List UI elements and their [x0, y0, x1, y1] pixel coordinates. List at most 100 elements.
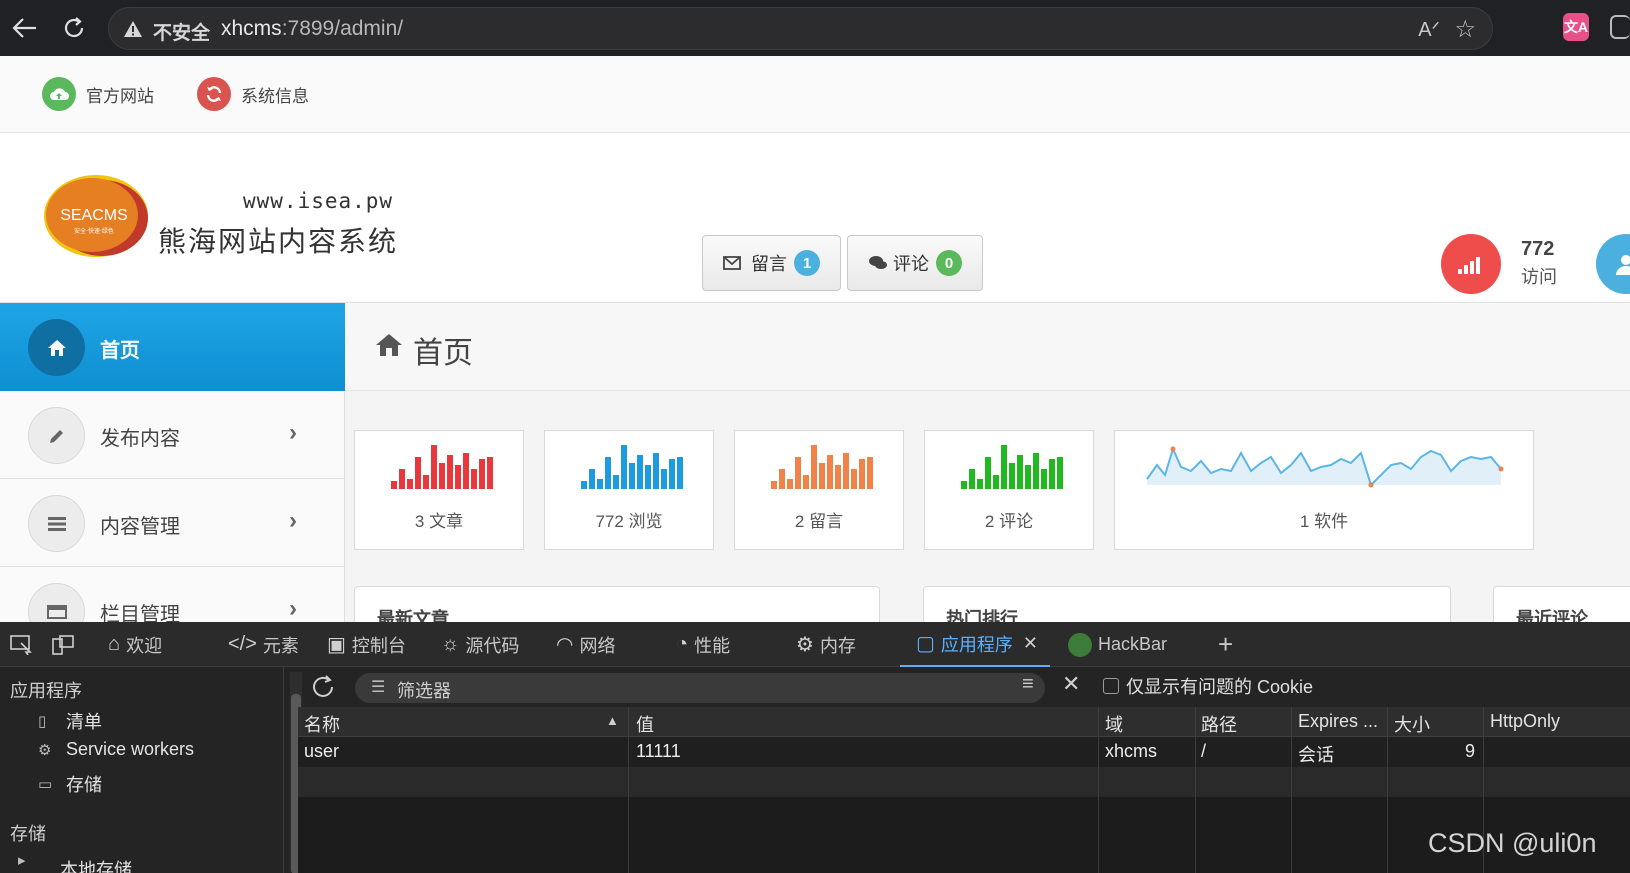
tree-item-service-workers[interactable]: ⚙ Service workers — [38, 739, 194, 760]
svg-text:安全·快速·绿色: 安全·快速·绿色 — [74, 227, 114, 235]
tab-performance[interactable]: ◔ 性能 — [676, 622, 730, 667]
stat-articles[interactable]: 3 文章 — [354, 430, 524, 550]
sidebar-item-label: 栏目管理 — [100, 604, 180, 622]
svg-text:SEACMS: SEACMS — [60, 207, 128, 224]
column-header-expires[interactable]: Expires ... — [1298, 711, 1378, 732]
comments-badge: 0 — [936, 250, 962, 276]
arrow-left-icon — [12, 18, 36, 38]
messages-label: 留言 — [751, 254, 787, 274]
top-nav: 官方网站 系统信息 — [0, 56, 1630, 133]
csdn-watermark: CSDN @uli0n — [1428, 828, 1597, 858]
admin-page: 官方网站 系统信息 SEACMS 安全·快速·绿色 www.isea.pw 熊海… — [0, 56, 1630, 622]
tab-hackbar[interactable]: HackBar — [1068, 622, 1167, 667]
console-icon: ▣ — [327, 634, 346, 656]
dashboard-area: 3 文章 772 浏览 2 留言 2 评论 1 软件 最新文章 热门排行 最近评… — [345, 391, 1630, 622]
page-header: SEACMS 安全·快速·绿色 www.isea.pw 熊海网站内容系统 留言 … — [0, 133, 1630, 303]
stat-caption: 772 浏览 — [595, 512, 663, 531]
only-issues-checkbox[interactable] — [1103, 678, 1119, 694]
insecure-label: 不安全 — [153, 23, 211, 44]
sidebar-item-publish[interactable]: 发布内容 › — [0, 391, 345, 479]
extension-icon[interactable] — [1610, 15, 1630, 39]
messages-button[interactable]: 留言 1 — [702, 235, 841, 291]
user-avatar[interactable] — [1596, 234, 1630, 294]
database-icon: ▭ — [38, 776, 53, 793]
tab-sources[interactable]: ☼ 源代码 — [441, 622, 519, 667]
device-icon — [52, 634, 74, 655]
inspect-element-button[interactable] — [10, 622, 32, 667]
tab-console[interactable]: ▣ 控制台 — [327, 622, 406, 667]
clear-filter-icon[interactable]: ≡ — [1022, 673, 1034, 696]
address-bar[interactable]: 不安全 xhcms:7899/admin/ Aᐟ ☆ — [108, 7, 1493, 50]
devtools-panel: ⌂ 欢迎 </> 元素 ▣ 控制台 ☼ 源代码 ◠ 网络 ◔ 性能 ⚙ 内存 ▢ 应用程序 ✕ H… — [0, 622, 1630, 873]
device-emulation-button[interactable] — [52, 622, 74, 667]
column-header-value[interactable]: 值 — [636, 711, 654, 737]
tree-item-manifest[interactable]: ▯ 清单 — [38, 708, 102, 734]
reload-icon — [64, 17, 84, 38]
tab-elements[interactable]: </> 元素 — [228, 622, 299, 667]
sidebar-item-home[interactable]: 首页 — [0, 303, 345, 391]
comments-icon — [869, 256, 887, 269]
read-aloud-icon[interactable]: Aᐟ — [1418, 17, 1440, 42]
home-icon — [376, 334, 402, 356]
filter-placeholder: 筛选器 — [397, 681, 451, 701]
gear-file-icon: ⚙ — [38, 741, 52, 759]
only-issues-label: 仅显示有问题的 Cookie — [1126, 677, 1314, 697]
system-info-label: 系统信息 — [241, 86, 309, 106]
app-window-icon: ▢ — [916, 633, 935, 655]
chip-icon: ⚙ — [796, 634, 814, 656]
comments-button[interactable]: 评论 0 — [847, 235, 983, 291]
favorite-star-icon[interactable]: ☆ — [1454, 15, 1476, 44]
bug-icon: ☼ — [441, 633, 460, 655]
close-tab-icon[interactable]: ✕ — [1023, 633, 1038, 654]
column-header-httponly[interactable]: HttpOnly — [1490, 711, 1560, 732]
stat-comments[interactable]: 2 评论 — [924, 430, 1094, 550]
back-button[interactable] — [6, 10, 42, 46]
chevron-right-icon: › — [289, 507, 297, 534]
column-header-path[interactable]: 路径 — [1201, 711, 1237, 737]
table-row[interactable]: user 11111 xhcms / 会话 9 — [298, 737, 1630, 767]
translate-icon[interactable]: 文A — [1563, 13, 1589, 41]
tree-item-storage[interactable]: ▭ 存储 — [38, 771, 102, 797]
sidebar-item-columns[interactable]: 栏目管理 › — [0, 567, 345, 622]
hot-ranking-panel: 热门排行 — [923, 586, 1451, 622]
list-icon — [28, 495, 85, 552]
mini-bar-chart — [771, 445, 873, 489]
table-row-empty — [298, 767, 1630, 797]
refresh-icon[interactable] — [310, 674, 336, 700]
official-site-link[interactable]: 官方网站 — [42, 77, 154, 111]
add-tab-button[interactable]: + — [1218, 622, 1233, 667]
stat-caption: 3 文章 — [414, 512, 464, 531]
sort-ascending-icon: ▲ — [606, 713, 619, 728]
sidebar-item-label: 内容管理 — [100, 516, 180, 538]
url-text[interactable]: xhcms:7899/admin/ — [221, 17, 403, 41]
column-header-name[interactable]: 名称 — [304, 711, 340, 737]
stat-software[interactable]: 1 软件 — [1114, 430, 1534, 550]
tree-item-local-storage[interactable]: ▸ ▦本地存储 — [18, 851, 132, 873]
system-info-link[interactable]: 系统信息 — [197, 77, 309, 111]
panel-title: 热门排行 — [946, 609, 1018, 622]
visits-stat-icon — [1441, 234, 1501, 294]
tab-network[interactable]: ◠ 网络 — [556, 622, 615, 667]
site-name: 熊海网站内容系统 — [158, 226, 399, 257]
page-title-bar: 首页 — [345, 303, 1630, 391]
seacms-logo: SEACMS 安全·快速·绿色 — [44, 175, 148, 257]
messages-badge: 1 — [794, 250, 820, 276]
tab-welcome[interactable]: ⌂ 欢迎 — [108, 622, 162, 667]
tab-memory[interactable]: ⚙ 内存 — [796, 622, 856, 667]
column-header-size[interactable]: 大小 — [1394, 711, 1430, 737]
sidebar-item-content[interactable]: 内容管理 › — [0, 479, 345, 567]
mini-bar-chart — [581, 445, 683, 489]
page-title: 首页 — [413, 337, 473, 370]
column-header-domain[interactable]: 域 — [1105, 711, 1123, 737]
stat-messages[interactable]: 2 留言 — [734, 430, 904, 550]
pencil-icon — [28, 407, 85, 464]
visits-count: 772 — [1521, 238, 1555, 260]
cookie-filter-input[interactable]: ☰ 筛选器 — [355, 673, 1045, 703]
stat-views[interactable]: 772 浏览 — [544, 430, 714, 550]
tab-application[interactable]: ▢ 应用程序 ✕ — [900, 622, 1050, 667]
sidebar-item-label: 发布内容 — [100, 428, 180, 450]
delete-icon[interactable]: ✕ — [1062, 671, 1080, 697]
refresh-icon — [197, 77, 231, 111]
reload-button[interactable] — [56, 10, 92, 46]
folder-icon — [28, 583, 85, 622]
